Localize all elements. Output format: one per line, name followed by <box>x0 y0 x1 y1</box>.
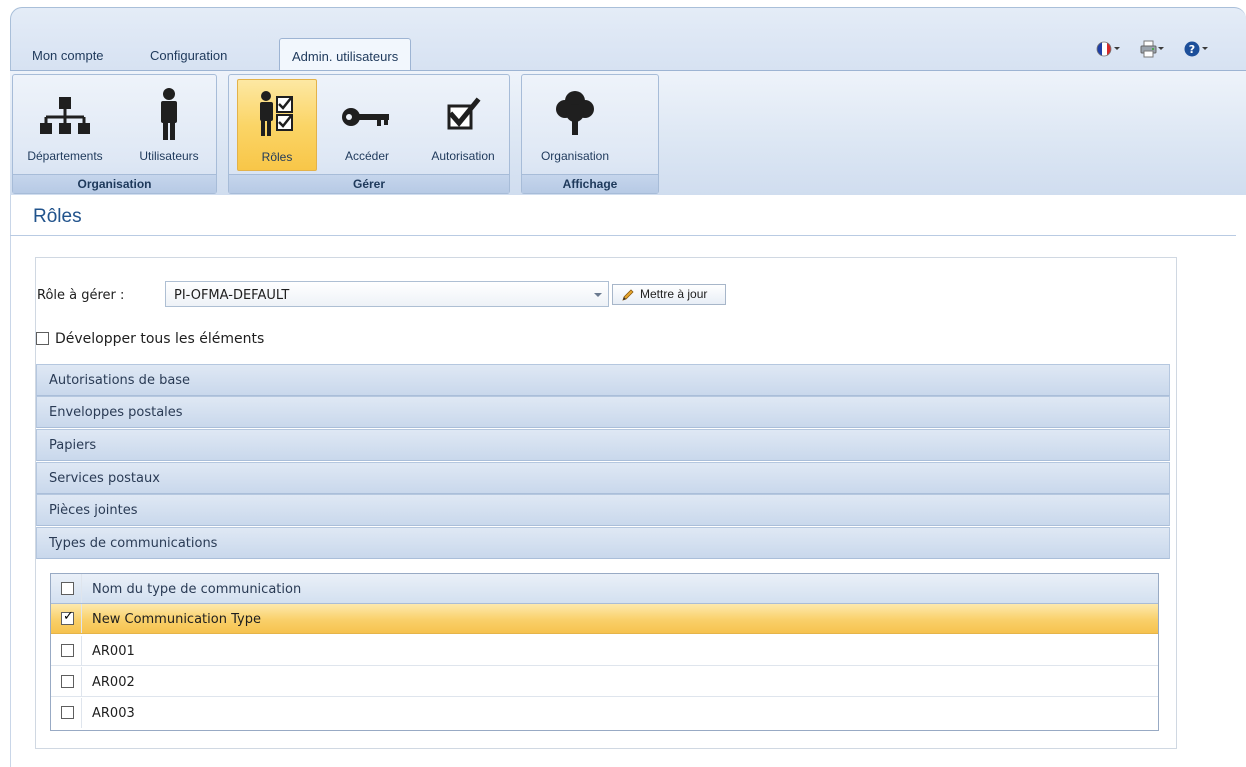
row-name: New Communication Type <box>92 612 261 627</box>
key-icon <box>327 83 407 143</box>
update-button[interactable]: Mettre à jour <box>612 284 726 305</box>
utilisateurs-button[interactable]: Utilisateurs <box>125 79 213 171</box>
update-button-label: Mettre à jour <box>640 287 708 301</box>
section-autorisations-de-base[interactable]: Autorisations de base <box>36 364 1170 396</box>
acceder-button[interactable]: Accéder <box>327 79 407 171</box>
user-icon <box>125 83 213 143</box>
header-checkbox-cell <box>51 574 82 603</box>
group-label-organisation: Organisation <box>13 174 216 193</box>
section-label: Enveloppes postales <box>49 405 183 420</box>
table-row[interactable]: AR003 <box>51 698 1158 728</box>
svg-text:?: ? <box>1189 43 1195 56</box>
grid-header-row: Nom du type de communication <box>51 574 1158 604</box>
autorisation-button[interactable]: Autorisation <box>421 79 505 171</box>
ribbon-group-gerer: Rôles Accéder Autorisation Gérer <box>228 74 510 194</box>
group-label-gerer: Gérer <box>229 174 509 193</box>
page-title: Rôles <box>33 206 82 227</box>
section-label: Autorisations de base <box>49 373 191 388</box>
roles-label: Rôles <box>261 150 293 164</box>
departements-button[interactable]: Départements <box>17 79 113 171</box>
row-checkbox[interactable] <box>61 706 74 719</box>
title-divider <box>10 235 1236 236</box>
org-chart-icon <box>17 83 113 143</box>
section-label: Papiers <box>49 438 97 453</box>
ribbon-group-affichage: Organisation Affichage <box>521 74 659 194</box>
app-window: Mon compte Configuration Admin. utilisat… <box>0 0 1246 767</box>
row-name: AR003 <box>92 706 135 721</box>
select-all-checkbox[interactable] <box>61 582 74 595</box>
grid-header-name: Nom du type de communication <box>92 582 302 597</box>
table-row[interactable]: ✓ New Communication Type <box>51 604 1158 634</box>
departements-label: Départements <box>27 149 103 163</box>
section-papiers[interactable]: Papiers <box>36 429 1170 461</box>
row-checkbox-cell: ✓ <box>51 604 82 633</box>
organisation-view-label: Organisation <box>540 149 610 163</box>
acceder-label: Accéder <box>344 149 390 163</box>
help-icon[interactable]: ? <box>1184 40 1208 58</box>
checkbox-check-icon <box>421 83 505 143</box>
roles-icon <box>238 84 316 144</box>
table-row[interactable]: AR001 <box>51 636 1158 666</box>
pencil-icon <box>621 288 635 302</box>
roles-button[interactable]: Rôles <box>237 79 317 171</box>
tab-configuration[interactable]: Configuration <box>138 38 239 70</box>
communication-types-grid: Nom du type de communication ✓ New Commu… <box>50 573 1159 731</box>
row-checkbox-cell <box>51 667 82 696</box>
language-flag-icon[interactable] <box>1096 40 1120 58</box>
section-label: Pièces jointes <box>49 503 138 518</box>
row-checkbox[interactable] <box>61 675 74 688</box>
row-checkbox[interactable]: ✓ <box>61 609 74 625</box>
section-label: Types de communications <box>49 536 218 551</box>
autorisation-label: Autorisation <box>431 149 495 163</box>
tab-admin-utilisateurs[interactable]: Admin. utilisateurs <box>279 38 412 70</box>
row-checkbox-cell <box>51 698 82 728</box>
top-icons: ? <box>1096 40 1226 60</box>
ribbon-group-organisation: Départements Utilisateurs Organisation <box>12 74 217 194</box>
check-icon: ✓ <box>63 609 74 624</box>
tab-mon-compte[interactable]: Mon compte <box>20 38 116 70</box>
role-label: Rôle à gérer : <box>37 288 125 303</box>
expand-all-checkbox[interactable] <box>36 332 49 345</box>
expand-all-label: Développer tous les éléments <box>55 331 265 347</box>
page-left-border <box>10 195 11 767</box>
utilisateurs-label: Utilisateurs <box>139 149 199 163</box>
printer-icon[interactable] <box>1140 40 1164 58</box>
row-checkbox[interactable] <box>61 644 74 657</box>
group-label-affichage: Affichage <box>522 174 658 193</box>
section-types-de-communications[interactable]: Types de communications <box>36 527 1170 559</box>
section-pieces-jointes[interactable]: Pièces jointes <box>36 494 1170 526</box>
row-name: AR001 <box>92 644 135 659</box>
section-enveloppes-postales[interactable]: Enveloppes postales <box>36 396 1170 428</box>
tree-icon <box>528 83 622 143</box>
role-select-value: PI-OFMA-DEFAULT <box>174 288 290 303</box>
section-services-postaux[interactable]: Services postaux <box>36 462 1170 494</box>
row-checkbox-cell <box>51 636 82 665</box>
section-label: Services postaux <box>49 471 160 486</box>
organisation-view-button[interactable]: Organisation <box>528 79 622 171</box>
table-row[interactable]: AR002 <box>51 667 1158 697</box>
role-select[interactable]: PI-OFMA-DEFAULT <box>165 281 609 307</box>
chevron-down-icon <box>594 293 602 297</box>
row-name: AR002 <box>92 675 135 690</box>
